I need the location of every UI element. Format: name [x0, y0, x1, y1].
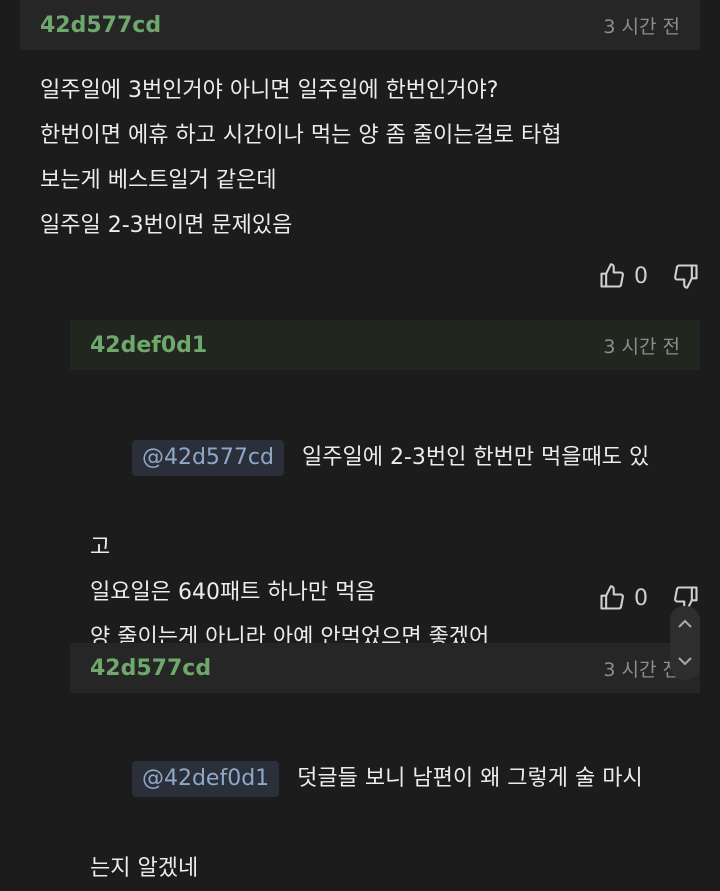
- comment-author[interactable]: 42d577cd: [40, 13, 161, 38]
- mention-tag[interactable]: @42def0d1: [131, 761, 280, 797]
- comment-time: 3 시간 전: [603, 335, 680, 358]
- comment-header: 42def0d1 3 시간 전: [70, 320, 700, 370]
- comment-body: @42d577cd 일주일에 2-3번인 한번만 먹을때도 있 고 일요일은 64…: [90, 390, 700, 660]
- dislike-button[interactable]: [672, 262, 700, 290]
- comment-text-first: 덧글들 보니 남편이 왜 그렇게 술 마시: [297, 766, 643, 791]
- comment-header: 42d577cd 3 시간 전: [70, 643, 700, 693]
- comment-header: 42d577cd 3 시간 전: [20, 0, 700, 50]
- comment: 42d577cd 3 시간 전 일주일에 3번인거야 아니면 일주일에 한번인거…: [20, 0, 700, 289]
- comment-body: 일주일에 3번인거야 아니면 일주일에 한번인거야? 한번이면 에휴 하고 시간…: [40, 78, 562, 238]
- comment-author[interactable]: 42d577cd: [90, 656, 211, 681]
- comment-author[interactable]: 42def0d1: [90, 333, 207, 358]
- like-count: 0: [634, 585, 648, 611]
- comment-time: 3 시간 전: [603, 658, 680, 681]
- mention-tag[interactable]: @42d577cd: [131, 440, 284, 476]
- like-count: 0: [634, 263, 648, 289]
- vote-bar: 0: [598, 262, 700, 290]
- comment-text-rest: 는지 알겠네: [90, 856, 199, 881]
- comment-time: 3 시간 전: [603, 15, 680, 38]
- chevron-up-icon[interactable]: [677, 615, 693, 634]
- thumbs-down-icon: [672, 262, 700, 290]
- like-button[interactable]: 0: [598, 262, 648, 290]
- chevron-down-icon[interactable]: [677, 652, 693, 671]
- thumbs-up-icon: [598, 262, 626, 290]
- scroll-control[interactable]: [670, 606, 700, 680]
- comment-body: @42def0d1 덧글들 보니 남편이 왜 그렇게 술 마시 는지 알겠네: [90, 711, 700, 891]
- reply-comment: 42d577cd 3 시간 전 @42def0d1 덧글들 보니 남편이 왜 그렇…: [70, 643, 700, 881]
- comment-text-first: 일주일에 2-3번인 한번만 먹을때도 있: [301, 445, 650, 470]
- thumbs-up-icon: [598, 584, 626, 612]
- reply-comment: 42def0d1 3 시간 전 @42d577cd 일주일에 2-3번인 한번만 …: [70, 320, 700, 650]
- like-button[interactable]: 0: [598, 584, 648, 612]
